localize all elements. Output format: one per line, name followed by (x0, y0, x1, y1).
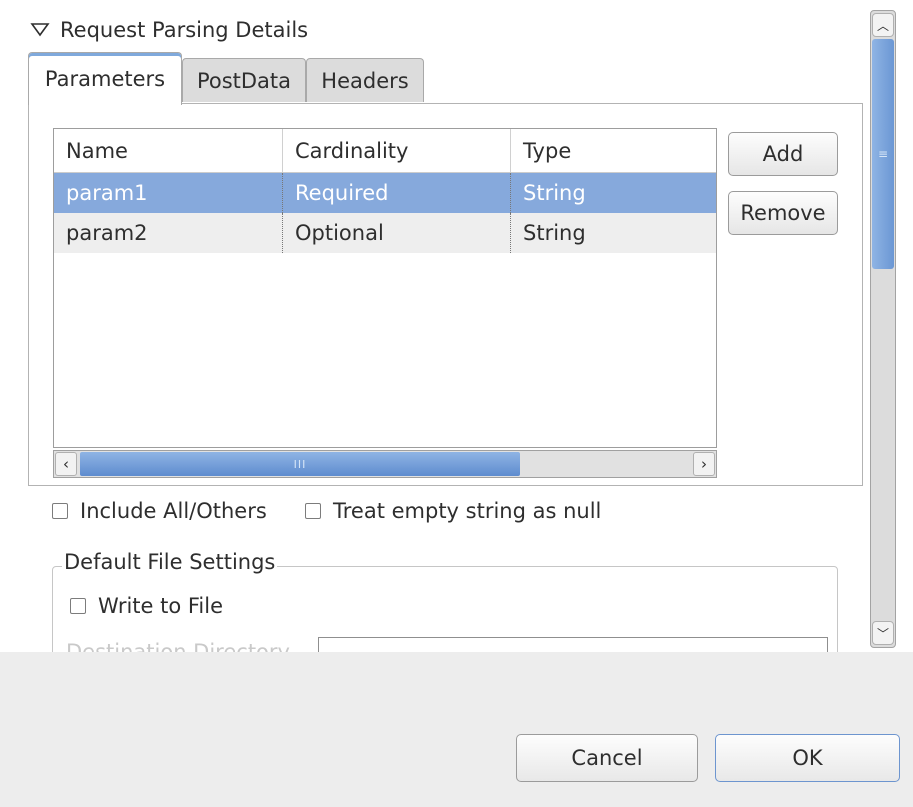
destination-directory-input[interactable] (318, 637, 828, 652)
scroll-down-button[interactable]: ﹀ (872, 621, 894, 645)
treat-empty-null-label: Treat empty string as null (333, 499, 602, 523)
chevron-down-icon: ﹀ (876, 626, 889, 641)
vertical-scrollbar[interactable]: ︿ ≡ ﹀ (870, 10, 896, 648)
parameters-table: Name Cardinality Type param1 Required St… (53, 128, 717, 448)
cell-name: param2 (66, 221, 148, 245)
chevron-right-icon: › (701, 455, 707, 473)
cell-type: String (510, 213, 716, 253)
write-to-file-label: Write to File (98, 594, 224, 618)
scroll-left-button[interactable]: ‹ (55, 452, 77, 476)
tab-parameters[interactable]: Parameters (28, 52, 182, 105)
properties-panel: Request Parsing Details Parameters PostD… (0, 0, 913, 652)
cell-name: param1 (66, 181, 148, 205)
tab-headers[interactable]: Headers (306, 58, 424, 102)
add-button[interactable]: Add (728, 132, 838, 176)
remove-button[interactable]: Remove (728, 191, 838, 235)
horizontal-scrollbar[interactable]: ‹ III › (53, 450, 717, 478)
ok-button[interactable]: OK (715, 734, 900, 782)
include-all-checkbox[interactable] (52, 503, 68, 519)
chevron-left-icon: ‹ (63, 455, 69, 473)
column-header-type[interactable]: Type (510, 129, 716, 172)
table-row[interactable]: param1 Required String (54, 173, 716, 213)
cancel-button[interactable]: Cancel (516, 734, 698, 782)
chevron-up-icon: ︿ (876, 18, 889, 33)
cell-cardinality: Required (282, 173, 510, 213)
treat-empty-null-checkbox[interactable] (305, 503, 321, 519)
section-header[interactable]: Request Parsing Details (30, 14, 308, 46)
cell-type: String (510, 173, 716, 213)
column-header-name[interactable]: Name (54, 129, 282, 172)
horizontal-scroll-thumb[interactable]: III (80, 452, 520, 476)
section-title: Request Parsing Details (60, 18, 309, 42)
group-legend: Default File Settings (62, 550, 278, 574)
table-row[interactable]: param2 Optional String (54, 213, 716, 253)
write-to-file-checkbox[interactable] (70, 598, 86, 614)
scroll-up-button[interactable]: ︿ (872, 13, 894, 37)
scroll-right-button[interactable]: › (693, 452, 715, 476)
tab-postdata[interactable]: PostData (182, 58, 306, 102)
include-all-option[interactable]: Include All/Others (52, 499, 267, 523)
grip-icon: III (293, 457, 307, 471)
triangle-down-icon (30, 23, 50, 37)
vertical-scroll-thumb[interactable]: ≡ (872, 39, 894, 269)
column-header-cardinality[interactable]: Cardinality (282, 129, 510, 172)
write-to-file-option[interactable]: Write to File (70, 594, 223, 618)
destination-directory-label: Destination Directory (66, 640, 290, 652)
treat-empty-null-option[interactable]: Treat empty string as null (305, 499, 601, 523)
table-header: Name Cardinality Type (54, 129, 716, 173)
include-all-label: Include All/Others (80, 499, 267, 523)
cell-cardinality: Optional (282, 213, 510, 253)
grip-icon: ≡ (877, 147, 889, 161)
